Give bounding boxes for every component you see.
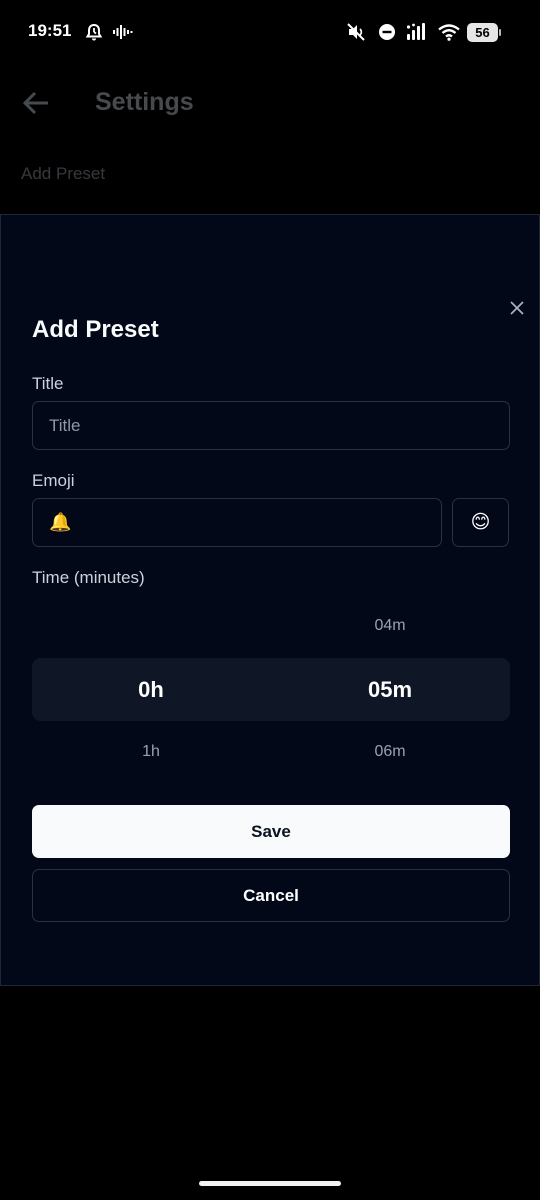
cancel-button[interactable]: Cancel: [32, 869, 510, 922]
add-preset-dialog: Add Preset Title Emoji 🔔 😊 Time (minutes…: [0, 214, 540, 986]
title-input[interactable]: [49, 415, 509, 436]
add-preset-section-label: Add Preset: [21, 164, 106, 183]
back-arrow-icon: [22, 90, 52, 116]
time-label: Time (minutes): [32, 568, 145, 587]
minutes-option-above[interactable]: 04m: [310, 617, 470, 635]
alarm-icon: [84, 22, 104, 42]
status-bar: 19:51 56: [0, 0, 540, 66]
smiley-icon: 😊: [470, 512, 491, 533]
settings-title: Settings: [95, 88, 194, 116]
voice-wave-icon: [112, 22, 134, 42]
minutes-option-below[interactable]: 06m: [310, 743, 470, 761]
signal-icon: [405, 22, 431, 42]
hours-selected[interactable]: 0h: [71, 677, 231, 703]
minutes-selected[interactable]: 05m: [310, 677, 470, 703]
dialog-title: Add Preset: [32, 316, 159, 343]
battery-icon: 56: [467, 23, 501, 42]
do-not-disturb-icon: [377, 22, 397, 42]
status-time: 19:51: [28, 21, 72, 40]
settings-screen-background: Settings Add Preset: [0, 66, 540, 216]
emoji-field[interactable]: 🔔: [32, 498, 442, 547]
home-indicator[interactable]: [199, 1181, 341, 1186]
battery-level: 56: [467, 23, 498, 42]
wifi-icon: [437, 22, 461, 42]
close-icon[interactable]: [506, 297, 528, 319]
title-field[interactable]: [32, 401, 510, 450]
emoji-label: Emoji: [32, 471, 75, 490]
mute-icon: [345, 22, 367, 42]
emoji-picker-button[interactable]: 😊: [452, 498, 509, 547]
save-button[interactable]: Save: [32, 805, 510, 858]
hours-option-below[interactable]: 1h: [71, 743, 231, 761]
title-label: Title: [32, 374, 64, 393]
emoji-value: 🔔: [49, 512, 72, 532]
